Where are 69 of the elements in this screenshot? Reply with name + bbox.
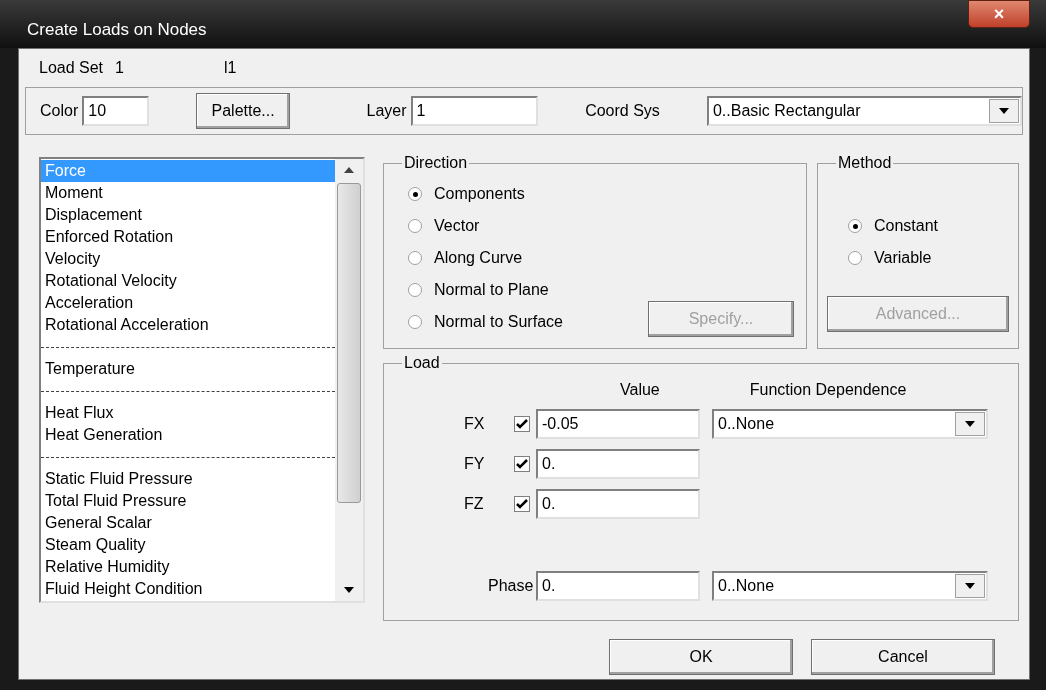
list-item[interactable]: Relative Humidity — [41, 556, 335, 578]
dropdown[interactable]: 0..None — [712, 571, 988, 601]
list-item[interactable]: Rotational Velocity — [41, 270, 335, 292]
list-item[interactable]: Steam Quality — [41, 534, 335, 556]
radio-button[interactable] — [408, 251, 422, 265]
load-set-label: Load Set — [39, 58, 104, 78]
checkbox[interactable] — [514, 496, 530, 512]
list-item[interactable]: Moment — [41, 182, 335, 204]
radio-label: Variable — [874, 248, 932, 268]
dialog-button[interactable]: Cancel — [811, 639, 995, 675]
checkbox[interactable] — [514, 416, 530, 432]
function-header: Function Dependence — [749, 380, 907, 400]
list-item[interactable]: Enforced Rotation — [41, 226, 335, 248]
radio-label: Along Curve — [434, 248, 523, 268]
radio-label: Vector — [434, 216, 480, 236]
color-field[interactable]: 10 — [82, 96, 149, 126]
caret-icon — [965, 583, 975, 589]
caret-icon — [965, 421, 975, 427]
value-header: Value — [620, 380, 660, 400]
check-icon — [516, 419, 528, 429]
radio-label: Normal to Plane — [434, 280, 549, 300]
scroll-up-icon[interactable] — [344, 167, 354, 173]
radio-button[interactable] — [408, 219, 422, 233]
radio-button[interactable] — [408, 187, 422, 201]
phase-field[interactable]: 0. — [536, 571, 700, 601]
radio-button[interactable] — [408, 315, 422, 329]
scrollbar[interactable] — [335, 159, 363, 601]
palette-button[interactable]: Palette... — [196, 93, 291, 129]
component-label: FY — [464, 454, 486, 474]
list-item[interactable]: General Scalar — [41, 512, 335, 534]
window-title: Create Loads on Nodes — [27, 18, 207, 41]
list-item[interactable]: Rotational Acceleration — [41, 314, 335, 336]
list-item[interactable]: Total Fluid Pressure — [41, 490, 335, 512]
dialog-button[interactable]: OK — [609, 639, 793, 675]
list-item[interactable]: Heat Generation — [41, 424, 335, 446]
list-item[interactable]: Heat Flux — [41, 402, 335, 424]
list-item[interactable]: Temperature — [41, 358, 335, 380]
component-label: FZ — [464, 494, 485, 514]
load-set-name: l1 — [223, 58, 237, 78]
caret-icon — [344, 587, 354, 593]
radio-label: Constant — [874, 216, 939, 236]
caret-icon — [999, 108, 1009, 114]
radio-button[interactable] — [848, 219, 862, 233]
dropdown[interactable]: 0..Basic Rectangular — [706, 96, 1022, 126]
load-type-list[interactable] — [39, 157, 365, 603]
list-item[interactable]: Velocity — [41, 248, 335, 270]
load-set-number: 1 — [115, 58, 124, 78]
check-icon — [516, 459, 528, 469]
value-field[interactable]: 0. — [536, 489, 700, 519]
color-label: Color — [40, 101, 79, 121]
check-icon — [516, 499, 528, 509]
coord-sys-label: Coord Sys — [585, 101, 660, 121]
radio-button[interactable] — [408, 283, 422, 297]
phase-label: Phase — [488, 576, 535, 596]
value-field[interactable]: 0. — [536, 449, 700, 479]
list-item[interactable]: Displacement — [41, 204, 335, 226]
layer-field[interactable]: 1 — [410, 96, 538, 126]
list-item[interactable]: Acceleration — [41, 292, 335, 314]
radio-label: Components — [434, 184, 525, 204]
radio-button[interactable] — [848, 251, 862, 265]
radio-label: Normal to Surface — [434, 312, 563, 332]
layer-label: Layer — [366, 101, 407, 121]
close-button[interactable]: × — [968, 0, 1030, 28]
list-item[interactable]: Static Fluid Pressure — [41, 468, 335, 490]
component-label: FX — [464, 414, 486, 434]
value-field[interactable]: -0.05 — [536, 409, 700, 439]
list-item[interactable]: Fluid Height Condition — [41, 578, 335, 600]
dropdown[interactable]: 0..None — [712, 409, 988, 439]
checkbox[interactable] — [514, 456, 530, 472]
